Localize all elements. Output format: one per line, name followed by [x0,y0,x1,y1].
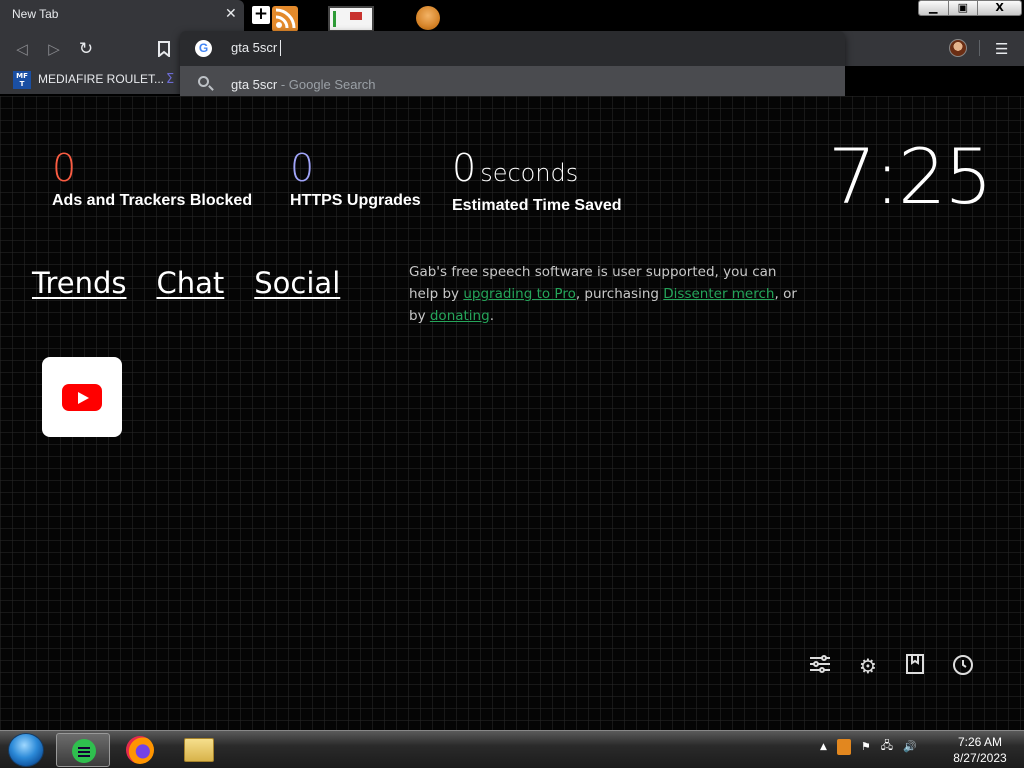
new-tab-page: 0 Ads and Trackers Blocked 0 HTTPS Upgra… [0,96,1024,730]
taskbar-time: 7:26 AM [957,735,1003,749]
taskbar-chat-app[interactable] [56,733,110,767]
tray-expand-icon[interactable]: ▲ [820,742,827,752]
google-icon: G [195,40,212,57]
chat-app-icon [72,739,96,763]
bookmarks-bar: MF T MEDIAFIRE ROULET... Σ [0,66,180,94]
stat-https-upgrades: 0 HTTPS Upgrades [290,146,421,210]
suggestion-engine: - Google Search [277,77,376,92]
taskbar: ▲ ⚑ 🖧 🔊 7:26 AM 8/27/2023 [0,730,1024,768]
stat-ads-blocked: 0 Ads and Trackers Blocked [52,146,252,210]
history-icon[interactable] [951,654,975,678]
time-saved-label: Estimated Time Saved [452,197,622,214]
tab-new-tab[interactable]: New Tab ✕ [0,0,244,31]
youtube-icon [62,384,102,411]
reload-icon[interactable]: ↻ [76,39,96,59]
upgrade-pro-link[interactable]: upgrading to Pro [463,286,576,302]
link-trends[interactable]: Trends [32,266,126,300]
forward-arrow-icon[interactable]: ▷ [44,39,64,59]
mediafire-icon: MF T [13,71,31,89]
https-upgrades-label: HTTPS Upgrades [290,192,421,209]
bookmark-mediafire-roulette[interactable]: MEDIAFIRE ROULET... [38,72,164,86]
time-saved-unit: seconds [480,159,579,187]
window-controls: ▁ ▣ X [918,0,1022,16]
settings-gear-icon[interactable]: ⚙ [856,654,880,678]
link-chat[interactable]: Chat [156,266,224,300]
address-input[interactable] [231,40,791,55]
new-tab-button[interactable]: + [252,6,270,24]
address-bar[interactable]: G [180,31,845,66]
gab-support-message: Gab's free speech software is user suppo… [409,261,809,327]
flag-icon[interactable]: ⚑ [861,740,871,753]
stat-time-saved: 0 seconds Estimated Time Saved [452,146,622,215]
tab-close-icon[interactable]: ✕ [225,6,237,22]
suggestion-text: gta 5scr - Google Search [231,77,376,92]
page-clock: 7:25 [828,132,993,221]
start-button[interactable] [8,733,44,767]
browser-chrome: New Tab ✕ + ▁ ▣ X ◁ ▷ ↻ MF T MEDIAFIRE RO… [0,0,1024,103]
bookmarks-icon[interactable] [903,654,927,678]
back-arrow-icon[interactable]: ◁ [12,39,32,59]
taskbar-file-explorer[interactable] [172,733,226,767]
link-social[interactable]: Social [254,266,340,300]
time-saved-count: 0 [452,146,477,190]
firefox-icon [126,736,154,764]
suggestion-query: gta 5scr [231,77,278,92]
taskbar-date: 8/27/2023 [953,751,1007,765]
gab-text-2: , purchasing [575,286,664,302]
donating-link[interactable]: donating [430,308,490,324]
taskbar-firefox[interactable] [114,733,168,767]
user-avatar-icon[interactable] [416,6,440,30]
customize-sliders-icon[interactable] [808,654,832,678]
time-saved-value: 0 seconds [452,146,622,195]
close-window-button[interactable]: X [978,1,1021,15]
https-upgrades-count: 0 [290,146,315,190]
app-window-icon[interactable] [328,6,374,32]
menu-icon[interactable]: ☰ [995,40,1008,58]
tab-title: New Tab [12,7,59,21]
tray-app-icon[interactable] [836,738,851,755]
gab-text-4: . [489,308,494,324]
ads-blocked-count: 0 [52,146,77,190]
minimize-button[interactable]: ▁ [919,1,949,15]
toolbar-divider [979,40,980,56]
network-icon[interactable]: 🖧 [881,737,893,756]
system-tray: ▲ ⚑ 🖧 🔊 [820,737,917,756]
taskbar-clock[interactable]: 7:26 AM 8/27/2023 [948,734,1012,766]
bookmark-icon[interactable] [154,39,174,59]
ads-blocked-label: Ads and Trackers Blocked [52,192,253,209]
rss-icon[interactable] [272,6,298,32]
text-caret [280,40,281,56]
profile-avatar-button[interactable] [949,39,967,57]
folder-icon [184,738,214,762]
dissenter-merch-link[interactable]: Dissenter merch [663,286,774,302]
bookmark-sigma-icon[interactable]: Σ [166,72,174,87]
volume-icon[interactable]: 🔊 [903,740,917,753]
restore-button[interactable]: ▣ [948,1,979,15]
top-links: Trends Chat Social [32,266,340,300]
omnibox-dropdown: G gta 5scr - Google Search [180,31,845,103]
search-icon [198,76,209,87]
youtube-shortcut-tile[interactable] [42,357,122,437]
